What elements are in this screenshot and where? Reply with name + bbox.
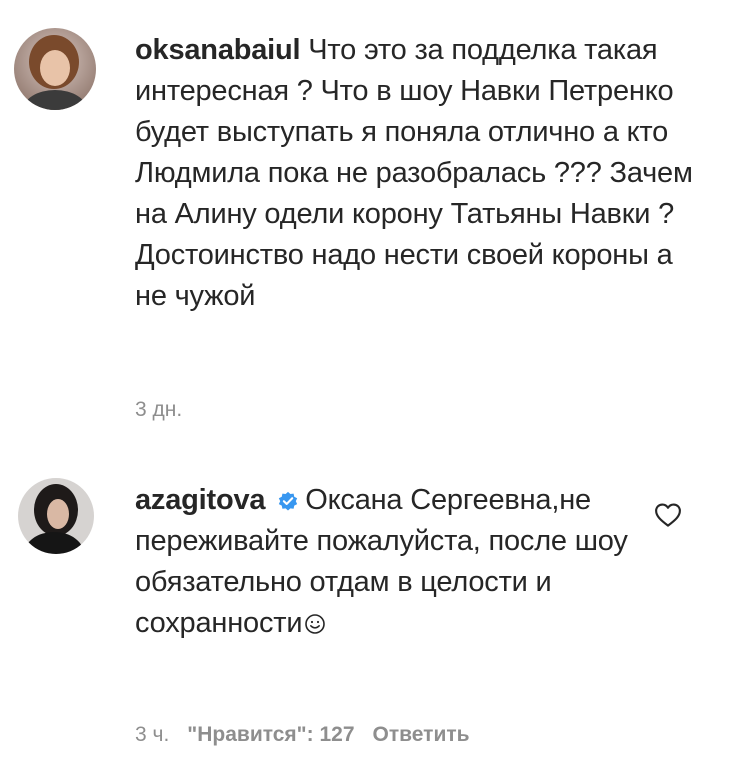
comment-body: Что это за подделка такая интересная ? Ч… [135,34,693,312]
heart-outline-icon[interactable] [653,500,683,530]
reply-button[interactable]: Ответить [373,723,470,746]
comment-text-block: oksanabaiul Что это за подделка такая ин… [135,30,695,317]
avatar[interactable] [18,478,94,554]
comment-meta: 3 дн. [135,398,182,422]
smiley-emoji-icon [304,606,326,634]
comment-timestamp[interactable]: 3 дн. [135,398,182,421]
comment-username[interactable]: oksanabaiul [135,34,308,66]
comment-timestamp[interactable]: 3 ч. [135,723,169,746]
comment-meta: 3 ч. "Нравится": 127 Ответить [135,723,470,747]
avatar[interactable] [14,28,96,110]
likes-count[interactable]: "Нравится": 127 [187,723,354,746]
user-avatar-photo-icon [14,28,96,110]
comment-username[interactable]: azagitova [135,484,273,516]
comment-item: oksanabaiul Что это за подделка такая ин… [0,0,730,440]
comment-item: azagitova Оксана Сергеевна,не переживайт… [0,440,730,779]
user-avatar-photo-icon [18,478,94,554]
comment-text-block: azagitova Оксана Сергеевна,не переживайт… [135,480,655,644]
verified-badge-icon [279,491,298,511]
